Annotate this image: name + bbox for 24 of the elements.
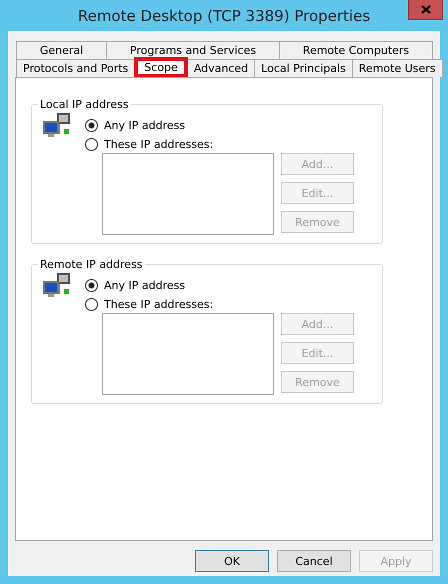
window-title: Remote Desktop (TCP 3389) Properties	[78, 6, 370, 24]
group-title: Local IP address	[39, 98, 130, 111]
radio-option[interactable]: Any IP address	[85, 279, 354, 292]
radio-button[interactable]	[85, 138, 98, 151]
radio-button[interactable]	[85, 279, 98, 292]
dialog-button[interactable]: OK	[195, 550, 269, 572]
dialog-button[interactable]: Cancel	[277, 550, 351, 572]
close-button[interactable]	[408, 0, 443, 20]
radio-button[interactable]	[85, 119, 98, 132]
tab[interactable]: Remote Computers	[278, 41, 433, 59]
radio-option[interactable]: These IP addresses:	[85, 138, 354, 151]
computers-icon	[42, 273, 72, 299]
tab[interactable]: Scope	[134, 57, 188, 77]
radio-option[interactable]: Any IP address	[85, 119, 354, 132]
tab[interactable]: Remote Users	[352, 59, 443, 77]
radio-button[interactable]	[85, 298, 98, 311]
group-title: Remote IP address	[39, 258, 144, 271]
computers-icon	[42, 113, 72, 139]
radio-option[interactable]: These IP addresses:	[85, 298, 354, 311]
tab[interactable]: Local Principals	[254, 59, 353, 77]
tab[interactable]: Programs and Services	[106, 41, 280, 59]
close-icon[interactable]	[420, 5, 430, 14]
tab[interactable]: General	[16, 41, 108, 59]
tab[interactable]: Protocols and Ports	[16, 59, 136, 77]
